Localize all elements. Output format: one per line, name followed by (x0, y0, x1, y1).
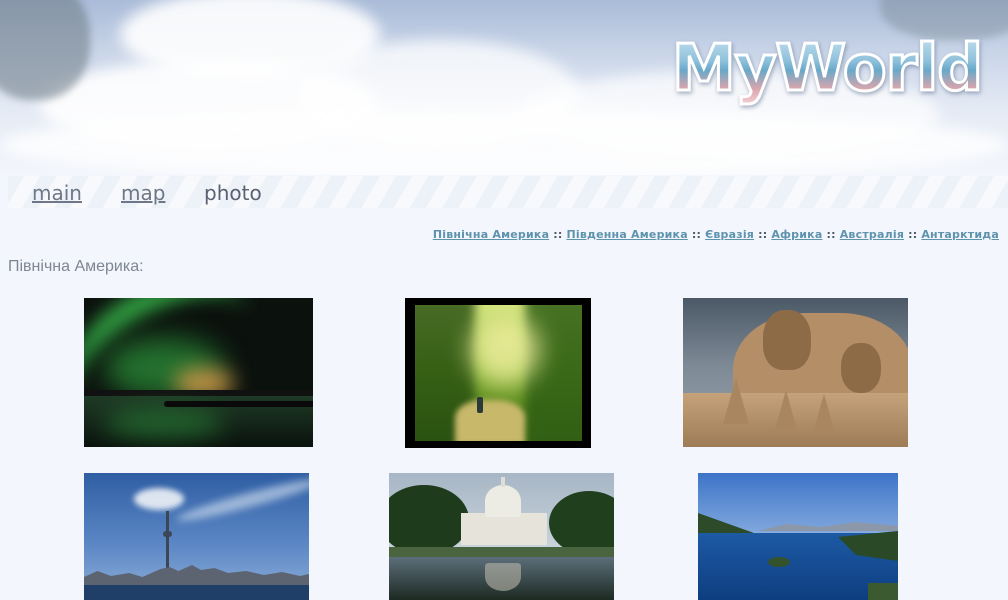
photo-forest-path[interactable] (405, 298, 591, 448)
photo-toronto-skyline[interactable] (84, 473, 309, 600)
header-banner: MyWorld (0, 0, 1008, 175)
photo-emerald-bay[interactable] (698, 473, 898, 600)
photo-capitol-building[interactable] (389, 473, 614, 600)
separator: :: (758, 228, 768, 241)
separator: :: (826, 228, 836, 241)
separator: :: (908, 228, 918, 241)
continent-south-america[interactable]: Південна Америка (566, 228, 687, 241)
photo-northern-lights[interactable] (84, 298, 313, 447)
continent-eurasia[interactable]: Євразія (705, 228, 754, 241)
photo-sand-sculpture[interactable] (683, 298, 908, 447)
nav-main[interactable]: main (32, 181, 82, 205)
section-title: Північна Америка: (8, 258, 144, 275)
continent-africa[interactable]: Африка (771, 228, 822, 241)
nav-map[interactable]: map (121, 181, 165, 205)
continent-links: Північна Америка :: Південна Америка :: … (433, 228, 999, 241)
continent-australia[interactable]: Австралія (840, 228, 904, 241)
nav-photo: photo (204, 181, 262, 205)
site-logo[interactable]: MyWorld (671, 33, 985, 106)
separator: :: (691, 228, 702, 241)
continent-antarctica[interactable]: Антарктида (921, 228, 999, 241)
continent-north-america[interactable]: Північна Америка (433, 228, 549, 241)
separator: :: (553, 228, 563, 241)
